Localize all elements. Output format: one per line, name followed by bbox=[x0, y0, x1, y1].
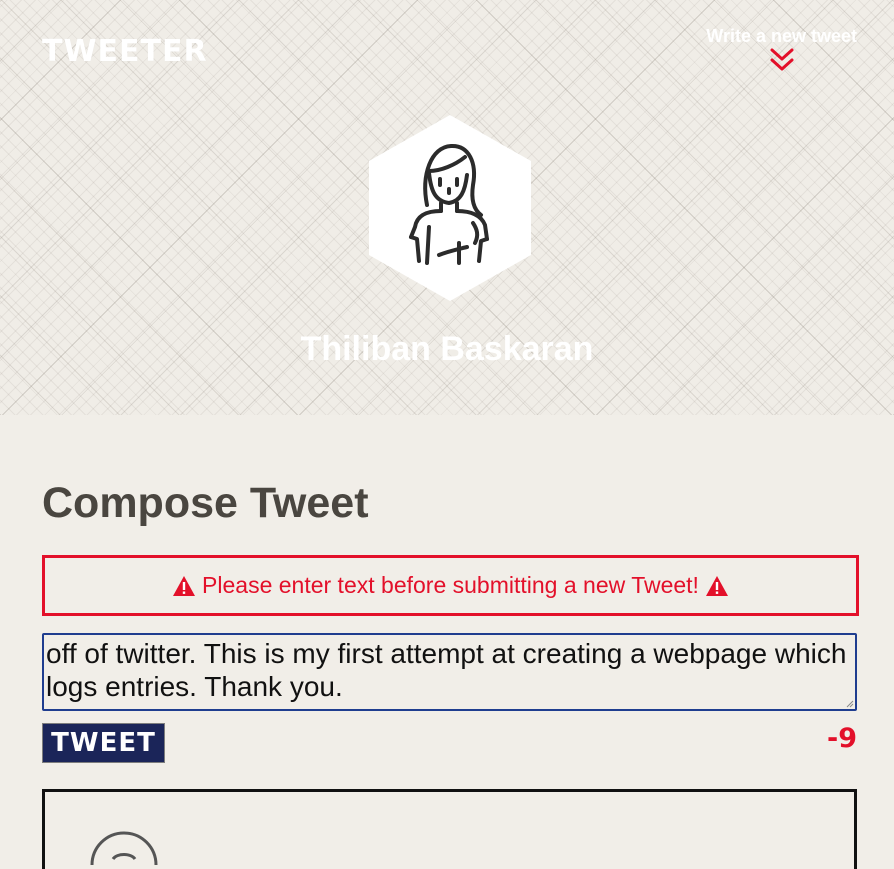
double-chevron-down-icon[interactable] bbox=[769, 47, 795, 73]
compose-title: Compose Tweet bbox=[42, 479, 369, 527]
user-avatar-icon bbox=[369, 115, 531, 301]
tweet-text-input[interactable]: off of twitter. This is my first attempt… bbox=[42, 633, 857, 711]
warning-icon bbox=[705, 575, 728, 596]
profile-avatar bbox=[369, 115, 531, 301]
write-new-tweet-label[interactable]: Write a new tweet bbox=[706, 26, 857, 47]
write-new-tweet-toggle[interactable]: Write a new tweet bbox=[706, 26, 857, 73]
brand-logo[interactable]: TWEETER bbox=[42, 34, 208, 69]
tweet-submit-button[interactable]: TWEET bbox=[42, 723, 165, 763]
character-counter: -9 bbox=[827, 723, 857, 754]
tweet-card bbox=[42, 789, 857, 869]
tweet-text-value[interactable]: off of twitter. This is my first attempt… bbox=[46, 637, 851, 703]
profile-header: TWEETER Write a new tweet Thiliban Baska… bbox=[0, 0, 894, 415]
resize-handle-icon[interactable] bbox=[846, 700, 854, 708]
error-message-box: Please enter text before submitting a ne… bbox=[42, 555, 859, 616]
tweet-avatar-icon bbox=[90, 831, 158, 865]
profile-name: Thiliban Baskaran bbox=[300, 330, 594, 368]
error-message-text: Please enter text before submitting a ne… bbox=[202, 572, 699, 598]
warning-icon bbox=[173, 575, 196, 596]
